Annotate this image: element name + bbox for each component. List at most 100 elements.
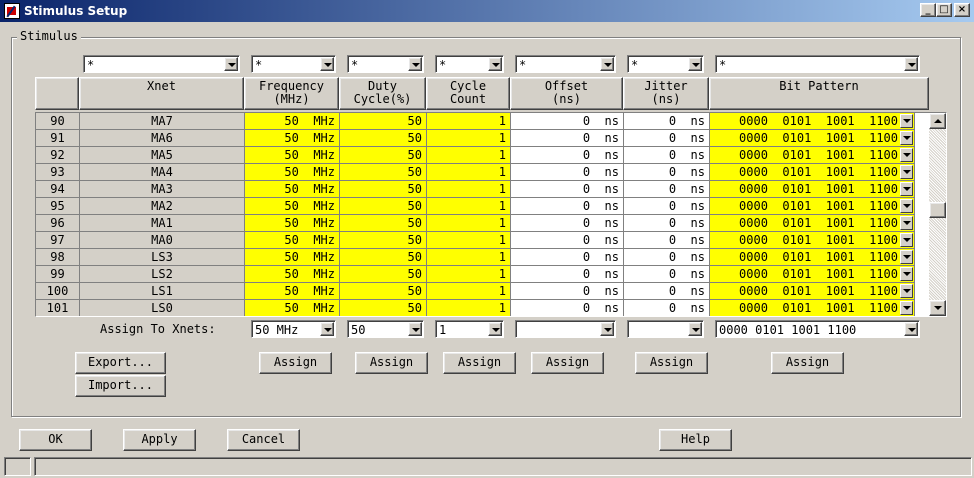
assign-offset-combo[interactable] — [515, 320, 616, 338]
frequency-cell[interactable]: 50 MHz — [245, 198, 340, 215]
cycle-count-cell[interactable]: 1 — [427, 232, 511, 249]
chevron-down-icon[interactable] — [900, 284, 913, 298]
offset-cell[interactable]: 0 ns — [511, 147, 624, 164]
help-button[interactable]: Help — [659, 429, 732, 451]
header-cycle-count[interactable]: Cycle Count — [426, 77, 510, 110]
assign-frequency-button[interactable]: Assign — [259, 352, 332, 374]
frequency-cell[interactable]: 50 MHz — [245, 181, 340, 198]
cycle-filter-combo[interactable]: * — [435, 55, 504, 73]
table-row[interactable]: 90 MA7 50 MHz 50 1 0 ns 0 ns 0000 0101 1001 110… — [36, 113, 929, 130]
chevron-down-icon[interactable] — [904, 57, 918, 71]
duty-cycle-cell[interactable]: 50 — [340, 232, 427, 249]
header-offset[interactable]: Offset (ns) — [510, 77, 623, 110]
jitter-cell[interactable]: 0 ns — [624, 249, 710, 266]
offset-cell[interactable]: 0 ns — [511, 198, 624, 215]
frequency-cell[interactable]: 50 MHz — [245, 147, 340, 164]
jitter-cell[interactable]: 0 ns — [624, 300, 710, 316]
table-row[interactable]: 92 MA5 50 MHz 50 1 0 ns 0 ns 0000 0101 1001 110… — [36, 147, 929, 164]
assign-cycle-button[interactable]: Assign — [443, 352, 516, 374]
assign-jitter-button[interactable]: Assign — [635, 352, 708, 374]
jitter-cell[interactable]: 0 ns — [624, 113, 710, 130]
chevron-down-icon[interactable] — [688, 322, 702, 336]
assign-duty-combo[interactable]: 50 — [347, 320, 424, 338]
table-row[interactable]: 91 MA6 50 MHz 50 1 0 ns 0 ns 0000 0101 1001 110… — [36, 130, 929, 147]
xnet-filter-combo[interactable]: * — [83, 55, 240, 73]
table-row[interactable]: 96 MA1 50 MHz 50 1 0 ns 0 ns 0000 0101 1001 110… — [36, 215, 929, 232]
close-button[interactable]: × — [954, 3, 970, 17]
chevron-down-icon[interactable] — [488, 322, 502, 336]
table-row[interactable]: 98 LS3 50 MHz 50 1 0 ns 0 ns 0000 0101 1001 110… — [36, 249, 929, 266]
table-row[interactable]: 99 LS2 50 MHz 50 1 0 ns 0 ns 0000 0101 1001 110… — [36, 266, 929, 283]
assign-jitter-combo[interactable] — [627, 320, 704, 338]
frequency-cell[interactable]: 50 MHz — [245, 164, 340, 181]
assign-duty-button[interactable]: Assign — [355, 352, 428, 374]
frequency-cell[interactable]: 50 MHz — [245, 113, 340, 130]
duty-cycle-cell[interactable]: 50 — [340, 215, 427, 232]
chevron-down-icon[interactable] — [408, 322, 422, 336]
import-button[interactable]: Import... — [75, 375, 166, 397]
duty-cycle-cell[interactable]: 50 — [340, 113, 427, 130]
chevron-down-icon[interactable] — [600, 57, 614, 71]
bit-pattern-cell[interactable]: 0000 0101 1001 1100 — [710, 249, 915, 266]
header-duty-cycle[interactable]: Duty Cycle(%) — [339, 77, 426, 110]
table-row[interactable]: 100 LS1 50 MHz 50 1 0 ns 0 ns 0000 0101 1001 11… — [36, 283, 929, 300]
scroll-down-button[interactable] — [929, 300, 946, 316]
assign-frequency-combo[interactable]: 50 MHz — [251, 320, 336, 338]
duty-cycle-cell[interactable]: 50 — [340, 300, 427, 316]
frequency-cell[interactable]: 50 MHz — [245, 232, 340, 249]
frequency-cell[interactable]: 50 MHz — [245, 283, 340, 300]
stimulus-grid[interactable]: 90 MA7 50 MHz 50 1 0 ns 0 ns 0000 0101 1001 110… — [35, 112, 947, 317]
offset-cell[interactable]: 0 ns — [511, 249, 624, 266]
jitter-cell[interactable]: 0 ns — [624, 130, 710, 147]
maximize-button[interactable]: □ — [936, 3, 952, 17]
assign-offset-button[interactable]: Assign — [531, 352, 604, 374]
duty-cycle-cell[interactable]: 50 — [340, 181, 427, 198]
frequency-cell[interactable]: 50 MHz — [245, 215, 340, 232]
cycle-count-cell[interactable]: 1 — [427, 215, 511, 232]
frequency-cell[interactable]: 50 MHz — [245, 249, 340, 266]
vertical-scrollbar[interactable] — [929, 113, 946, 316]
duty-cycle-cell[interactable]: 50 — [340, 130, 427, 147]
bit-pattern-cell[interactable]: 0000 0101 1001 1100 — [710, 232, 915, 249]
chevron-down-icon[interactable] — [688, 57, 702, 71]
chevron-down-icon[interactable] — [900, 131, 913, 145]
table-row[interactable]: 101 LS0 50 MHz 50 1 0 ns 0 ns 0000 0101 1001 11… — [36, 300, 929, 316]
cycle-count-cell[interactable]: 1 — [427, 130, 511, 147]
apply-button[interactable]: Apply — [123, 429, 196, 451]
frequency-cell[interactable]: 50 MHz — [245, 300, 340, 316]
bit-pattern-filter-combo[interactable]: * — [715, 55, 920, 73]
chevron-down-icon[interactable] — [900, 148, 913, 162]
export-button[interactable]: Export... — [75, 352, 166, 374]
duty-cycle-cell[interactable]: 50 — [340, 249, 427, 266]
chevron-down-icon[interactable] — [900, 250, 913, 264]
offset-filter-combo[interactable]: * — [515, 55, 616, 73]
chevron-down-icon[interactable] — [408, 57, 422, 71]
offset-cell[interactable]: 0 ns — [511, 215, 624, 232]
title-bar[interactable]: Stimulus Setup _ □ × — [0, 0, 974, 22]
bit-pattern-cell[interactable]: 0000 0101 1001 1100 — [710, 164, 915, 181]
chevron-down-icon[interactable] — [900, 182, 913, 196]
chevron-down-icon[interactable] — [900, 114, 913, 128]
jitter-cell[interactable]: 0 ns — [624, 181, 710, 198]
jitter-cell[interactable]: 0 ns — [624, 215, 710, 232]
chevron-down-icon[interactable] — [320, 57, 334, 71]
chevron-down-icon[interactable] — [900, 301, 913, 315]
bit-pattern-cell[interactable]: 0000 0101 1001 1100 — [710, 266, 915, 283]
offset-cell[interactable]: 0 ns — [511, 181, 624, 198]
cycle-count-cell[interactable]: 1 — [427, 300, 511, 316]
chevron-down-icon[interactable] — [900, 199, 913, 213]
assign-bit-pattern-combo[interactable]: 0000 0101 1001 1100 — [715, 320, 920, 338]
jitter-filter-combo[interactable]: * — [627, 55, 704, 73]
cycle-count-cell[interactable]: 1 — [427, 249, 511, 266]
offset-cell[interactable]: 0 ns — [511, 113, 624, 130]
bit-pattern-cell[interactable]: 0000 0101 1001 1100 — [710, 215, 915, 232]
chevron-down-icon[interactable] — [900, 216, 913, 230]
bit-pattern-cell[interactable]: 0000 0101 1001 1100 — [710, 283, 915, 300]
header-frequency[interactable]: Frequency (MHz) — [244, 77, 339, 110]
bit-pattern-cell[interactable]: 0000 0101 1001 1100 — [710, 300, 915, 316]
offset-cell[interactable]: 0 ns — [511, 164, 624, 181]
chevron-down-icon[interactable] — [900, 233, 913, 247]
jitter-cell[interactable]: 0 ns — [624, 266, 710, 283]
header-bit-pattern[interactable]: Bit Pattern — [709, 77, 929, 110]
duty-cycle-cell[interactable]: 50 — [340, 266, 427, 283]
